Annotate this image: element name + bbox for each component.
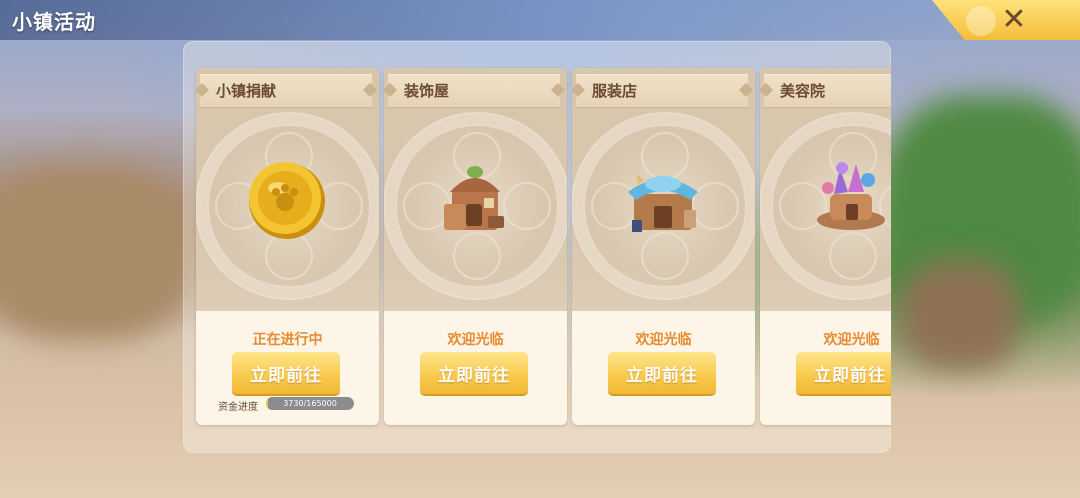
- activity-panel: 小镇捐献 正在进行中 立即前往 资金进度 3730/165000 装饰屋 欢迎光…: [183, 41, 891, 453]
- clothing-shop-icon: [628, 174, 698, 232]
- card-ribbon: 装饰屋: [388, 74, 560, 108]
- card-status: 欢迎光临: [823, 332, 880, 348]
- page-title: 小镇活动: [12, 10, 96, 34]
- card-status: 正在进行中: [252, 332, 323, 348]
- card-name: 小镇捐献: [216, 82, 277, 100]
- card-name: 美容院: [780, 82, 826, 100]
- card-beauty-salon[interactable]: 美容院 欢迎光临 立即前往: [760, 68, 891, 425]
- card-status: 欢迎光临: [635, 332, 692, 348]
- decoration-house-icon: [444, 166, 504, 230]
- gold-coin-icon: [249, 162, 325, 239]
- card-name: 服装店: [592, 82, 638, 100]
- fund-progress-bar: 3730/165000: [266, 397, 354, 410]
- card-town-donation[interactable]: 小镇捐献 正在进行中 立即前往 资金进度 3730/165000: [196, 68, 379, 425]
- card-ribbon: 美容院: [764, 74, 891, 108]
- paw-icon: [966, 6, 996, 36]
- card-status: 欢迎光临: [447, 332, 504, 348]
- card-name: 装饰屋: [404, 82, 450, 100]
- go-now-button[interactable]: 立即前往: [796, 352, 891, 394]
- card-clothing-shop[interactable]: 服装店 欢迎光临 立即前往: [572, 68, 755, 425]
- card-ribbon: 服装店: [576, 74, 748, 108]
- background-trunk: [900, 260, 1020, 370]
- progress-label: 资金进度: [218, 402, 258, 413]
- title-bar: [0, 0, 1080, 40]
- beauty-salon-icon: [817, 162, 885, 230]
- progress-text: 3730/165000: [283, 399, 337, 408]
- go-now-button[interactable]: 立即前往: [420, 352, 528, 394]
- card-decoration-house[interactable]: 装饰屋 欢迎光临 立即前往: [384, 68, 567, 425]
- background-building: [0, 170, 190, 340]
- card-ribbon: 小镇捐献: [200, 74, 372, 108]
- go-now-button[interactable]: 立即前往: [608, 352, 716, 394]
- go-now-button[interactable]: 立即前往: [232, 352, 340, 394]
- close-icon[interactable]: ✕: [998, 4, 1030, 36]
